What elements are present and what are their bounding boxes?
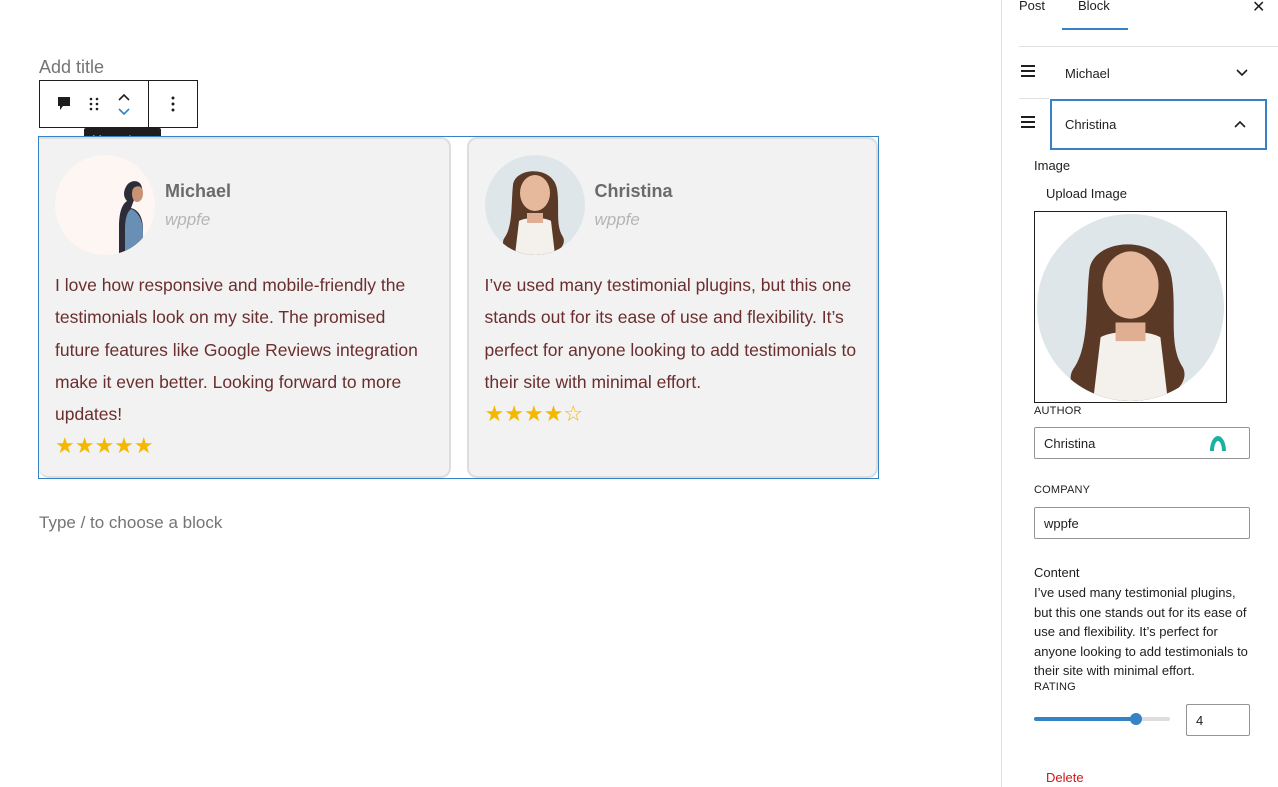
accordion-label: Michael [1065,66,1110,81]
christina-image [1037,213,1224,401]
block-appender-placeholder[interactable]: Type / to choose a block [39,513,222,533]
extension-icon[interactable] [1209,435,1227,452]
testimonial-header: Christina wppfe [484,155,861,255]
post-title-placeholder[interactable]: Add title [39,57,104,78]
accordion-item-michael: Michael [1019,48,1278,98]
avatar-michael [55,155,155,255]
rating-stars: ★★★★★ [55,433,154,459]
image-preview[interactable] [1034,211,1227,403]
rating-stars: ★★★★☆ [485,402,861,426]
accordion-item-christina: Christina [1019,99,1278,150]
tab-block[interactable]: Block [1078,0,1110,13]
rating-slider[interactable] [1034,711,1170,727]
editor-canvas: Add title onials Move down [0,0,1001,787]
tab-post[interactable]: Post [1019,0,1045,13]
testimonial-card[interactable]: Michael wppfe I love how responsive and … [39,137,451,478]
toolbar-group-main [40,81,149,127]
block-movers [114,89,134,119]
move-up-chevron-icon[interactable] [114,89,134,104]
more-options-icon[interactable] [171,96,175,112]
chevron-up-icon [1234,120,1246,128]
testimonials-block[interactable]: Michael wppfe I love how responsive and … [38,136,879,479]
accordion-toggle-christina[interactable]: Christina [1050,99,1267,150]
testimonial-card[interactable]: Christina wppfe I’ve used many testimoni… [466,137,878,478]
reorder-handle-icon[interactable] [1021,116,1035,130]
author-value: Christina [1044,435,1096,451]
testimonial-author: Christina [594,180,673,201]
reorder-handle-icon[interactable] [1021,65,1035,79]
rating-label: RATING [1034,681,1076,693]
content-field[interactable]: I’ve used many testimonial plugins, but … [1034,583,1256,681]
filled-stars: ★★★★ [484,401,564,427]
empty-star-icon: ☆ [563,401,584,427]
close-icon[interactable]: ✕ [1252,0,1265,17]
accordion-toggle-michael[interactable]: Michael [1050,48,1267,99]
testimonial-company: wppfe [594,209,640,229]
testimonial-content: I love how responsive and mobile-friendl… [55,275,418,425]
author-field[interactable]: Christina [1034,427,1250,459]
delete-button[interactable]: Delete [1046,770,1084,785]
testimonial-block-icon[interactable] [54,92,74,116]
avatar-christina [484,155,585,255]
slider-thumb[interactable] [1130,713,1142,725]
company-label: COMPANY [1034,484,1091,496]
company-value: wppfe [1044,515,1079,531]
drag-handle-icon[interactable] [84,92,104,116]
testimonial-header: Michael wppfe [55,155,433,255]
sidebar-tabs: Post Block ✕ [1002,0,1278,30]
rating-number-input[interactable]: 4 [1186,704,1250,736]
company-field[interactable]: wppfe [1034,507,1250,539]
testimonial-company: wppfe [165,209,211,229]
testimonial-content: I’ve used many testimonial plugins, but … [484,275,857,392]
author-label: AUTHOR [1034,405,1082,417]
divider [1019,46,1278,47]
image-label: Image [1034,158,1071,173]
content-label: Content [1034,565,1080,580]
testimonial-author: Michael [165,180,232,201]
upload-image-button[interactable]: Upload Image [1046,186,1127,201]
active-tab-indicator [1062,28,1128,30]
move-down-chevron-icon[interactable] [114,104,134,119]
accordion-label: Christina [1065,117,1117,132]
slider-fill [1034,717,1136,721]
chevron-down-icon [1236,69,1248,77]
toolbar-group-options [149,81,197,127]
block-toolbar [39,80,198,128]
rating-value: 4 [1196,712,1204,728]
